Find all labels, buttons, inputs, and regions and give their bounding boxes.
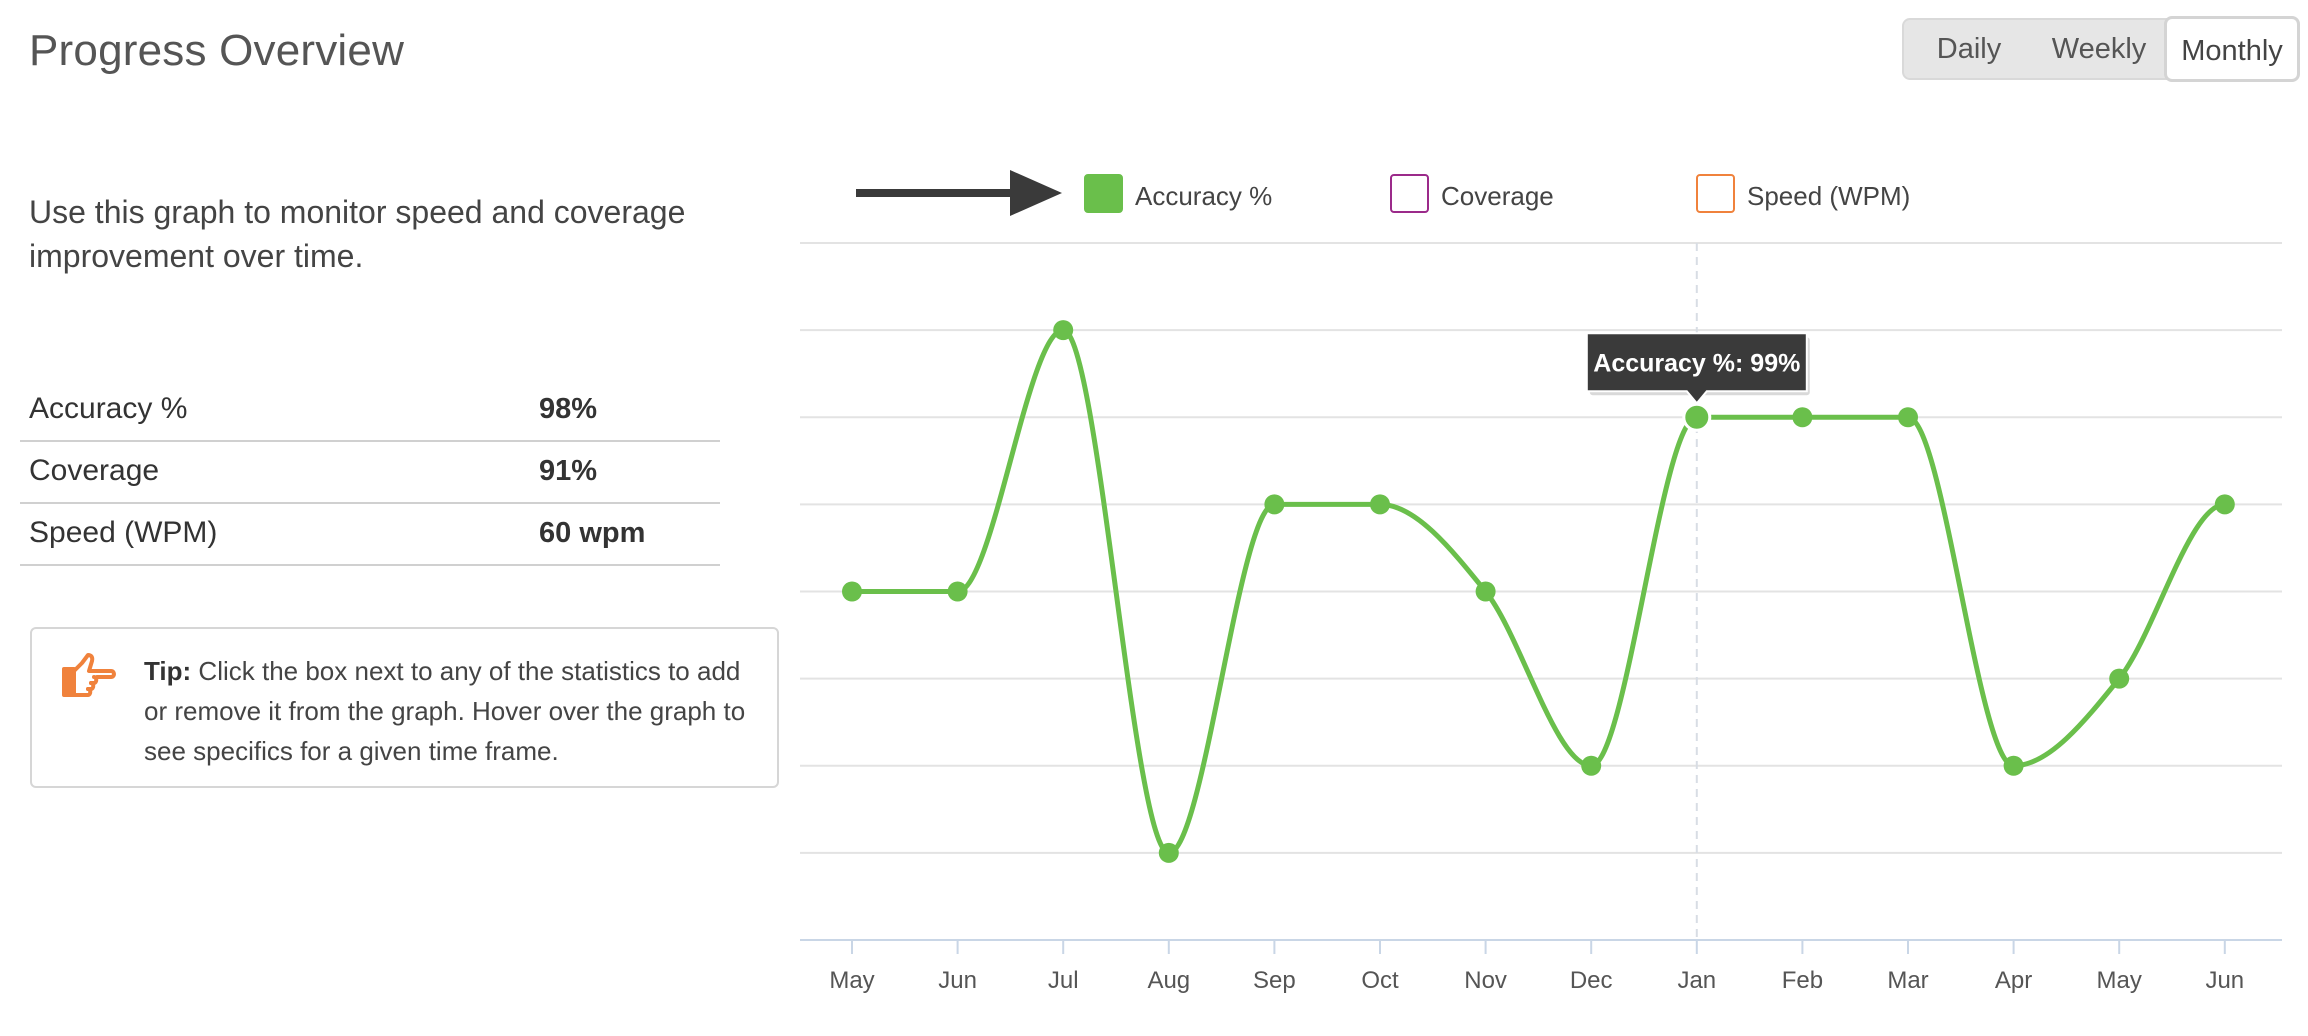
stats-table: Accuracy % 98% Coverage 91% Speed (WPM) …	[20, 380, 720, 566]
accuracy-data-point[interactable]	[2109, 668, 2130, 689]
x-tick-label: Jan	[1677, 967, 1716, 994]
period-toggle: Daily Weekly Monthly	[1902, 16, 2300, 82]
x-tick-label: Aug	[1147, 967, 1190, 994]
x-tick-label: Feb	[1782, 967, 1823, 994]
page-title: Progress Overview	[29, 26, 405, 75]
legend-checkbox-coverage[interactable]	[1390, 174, 1429, 213]
legend-checkbox-accuracy[interactable]	[1084, 174, 1123, 213]
x-tick-label: Jun	[938, 967, 977, 994]
x-tick-label: Sep	[1253, 967, 1296, 994]
accuracy-data-point[interactable]	[1370, 494, 1390, 515]
stat-value: 91%	[539, 455, 598, 487]
tip-box: Tip: Click the box next to any of the st…	[30, 627, 779, 788]
accuracy-data-point[interactable]	[1682, 402, 1712, 432]
legend-label[interactable]: Coverage	[1441, 181, 1554, 211]
accuracy-data-point[interactable]	[1792, 407, 1813, 428]
legend-label[interactable]: Accuracy %	[1135, 181, 1272, 211]
legend-checkbox-speed[interactable]	[1696, 174, 1735, 213]
x-tick-label: Mar	[1887, 967, 1928, 994]
stat-value: 60 wpm	[539, 517, 646, 549]
tooltip-text: Accuracy %: 99%	[1593, 349, 1800, 377]
accuracy-data-point[interactable]	[1053, 320, 1074, 341]
stat-row-accuracy: Accuracy % 98%	[20, 380, 720, 442]
accuracy-data-point[interactable]	[1158, 842, 1179, 863]
accuracy-data-point[interactable]	[1475, 581, 1496, 602]
x-tick-label: Dec	[1570, 967, 1613, 994]
accuracy-data-point[interactable]	[1581, 755, 1602, 776]
accuracy-data-point[interactable]	[947, 581, 968, 602]
tip-body: Click the box next to any of the statist…	[144, 656, 746, 766]
legend-arrow-icon	[1010, 170, 1062, 216]
stat-value: 98%	[539, 393, 598, 425]
stat-row-speed: Speed (WPM) 60 wpm	[20, 504, 720, 566]
tip-text: Tip: Click the box next to any of the st…	[144, 651, 754, 771]
accuracy-data-point[interactable]	[1264, 494, 1285, 515]
x-tick-label: Oct	[1361, 967, 1399, 994]
period-weekly-button[interactable]: Weekly	[2034, 20, 2164, 78]
period-daily-button[interactable]: Daily	[1904, 20, 2034, 78]
x-tick-label: May	[829, 967, 874, 994]
pointing-hand-icon	[62, 653, 116, 697]
x-tick-label: Apr	[1995, 967, 2032, 994]
x-tick-label: May	[2097, 967, 2142, 994]
tip-label: Tip:	[144, 656, 192, 686]
accuracy-data-point[interactable]	[2003, 755, 2024, 776]
stat-label: Coverage	[29, 454, 160, 487]
legend-label[interactable]: Speed (WPM)	[1747, 181, 1910, 211]
progress-overview-page: Progress Overview Daily Weekly Monthly U…	[0, 0, 2308, 1036]
accuracy-data-point[interactable]	[1898, 407, 1918, 428]
stat-label: Accuracy %	[29, 392, 188, 425]
accuracy-data-point[interactable]	[842, 581, 862, 602]
x-tick-label: Nov	[1464, 967, 1507, 994]
x-tick-label: Jul	[1048, 967, 1079, 994]
period-monthly-button[interactable]: Monthly	[2164, 16, 2300, 82]
progress-line-chart[interactable]: May Jun Jul Aug Sep Oct Nov Dec Jan Feb Mar Apr May J…	[780, 160, 2300, 1020]
stat-row-coverage: Coverage 91%	[20, 442, 720, 504]
accuracy-data-point[interactable]	[2214, 494, 2235, 515]
x-tick-label: Jun	[2205, 967, 2244, 994]
intro-text: Use this graph to monitor speed and cove…	[29, 194, 686, 274]
stat-label: Speed (WPM)	[29, 516, 218, 549]
